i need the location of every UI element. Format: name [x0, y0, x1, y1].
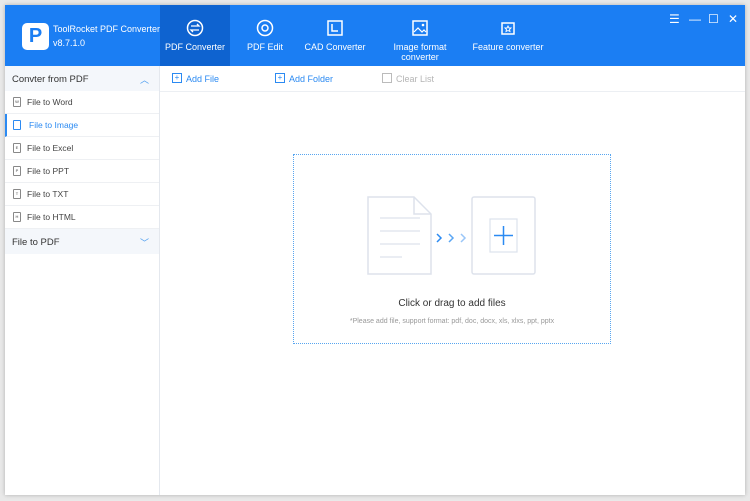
chevron-down-icon: ﹀ — [139, 238, 149, 248]
app-name: ToolRocket PDF Converter — [53, 24, 161, 34]
feature-icon — [501, 22, 515, 35]
txt-file-icon: T — [13, 189, 21, 199]
add-folder-button[interactable]: + Add Folder — [275, 73, 333, 84]
tab-cad-converter[interactable]: CAD Converter — [300, 5, 370, 66]
sidebar: Convter from PDF ︿ W File to Word File to … — [5, 66, 160, 495]
word-file-icon: W — [13, 97, 21, 107]
sidebar-item-file-to-word[interactable]: W File to Word — [5, 91, 159, 114]
drop-zone[interactable]: Click or drag to add files *Please add f… — [293, 154, 611, 344]
add-folder-icon: + — [275, 73, 285, 83]
app-logo: P — [22, 23, 49, 50]
close-button[interactable]: ✕ — [728, 12, 738, 26]
sidebar-item-file-to-html[interactable]: H File to HTML — [5, 206, 159, 229]
maximize-button[interactable]: ☐ — [708, 12, 719, 26]
group-convert-from-pdf[interactable]: Convter from PDF ︿ — [5, 66, 159, 91]
toolbar: + Add File + Add Folder Clear List — [160, 66, 745, 92]
header: P ToolRocket PDF Converter v8.7.1.0 PDF … — [5, 5, 745, 66]
tab-pdf-edit[interactable]: PDF Edit — [230, 5, 300, 66]
html-file-icon: H — [13, 212, 21, 222]
drop-illustration — [367, 196, 536, 275]
sidebar-item-file-to-excel[interactable]: E File to Excel — [5, 137, 159, 160]
trash-icon — [382, 73, 392, 83]
cad-icon — [327, 20, 343, 36]
ppt-file-icon: P — [13, 166, 21, 176]
sidebar-item-file-to-image[interactable]: File to Image — [5, 114, 159, 137]
clear-list-button[interactable]: Clear List — [382, 73, 434, 84]
drop-message: Click or drag to add files — [398, 298, 506, 309]
app-window: P ToolRocket PDF Converter v8.7.1.0 PDF … — [5, 5, 745, 495]
add-file-icon: + — [172, 73, 182, 83]
image-icon — [412, 20, 428, 36]
edit-icon — [256, 19, 274, 37]
tab-image-format-converter[interactable]: Image format converter — [380, 5, 460, 66]
minimize-button[interactable]: — — [689, 12, 701, 26]
tab-feature-converter[interactable]: Feature converter — [468, 5, 548, 66]
sidebar-item-file-to-ppt[interactable]: P File to PPT — [5, 160, 159, 183]
add-file-button[interactable]: + Add File — [172, 73, 219, 84]
app-version: v8.7.1.0 — [53, 38, 86, 48]
menu-button[interactable]: ☰ — [669, 12, 680, 26]
chevron-up-icon: ︿ — [139, 75, 149, 85]
group-file-to-pdf[interactable]: File to PDF ﹀ — [5, 229, 159, 254]
excel-file-icon: E — [13, 143, 21, 153]
image-file-icon — [13, 120, 21, 130]
convert-icon — [186, 19, 204, 37]
format-hint: *Please add file, support format: pdf, d… — [349, 318, 555, 325]
sidebar-item-file-to-txt[interactable]: T File to TXT — [5, 183, 159, 206]
tab-pdf-converter[interactable]: PDF Converter — [160, 5, 230, 66]
